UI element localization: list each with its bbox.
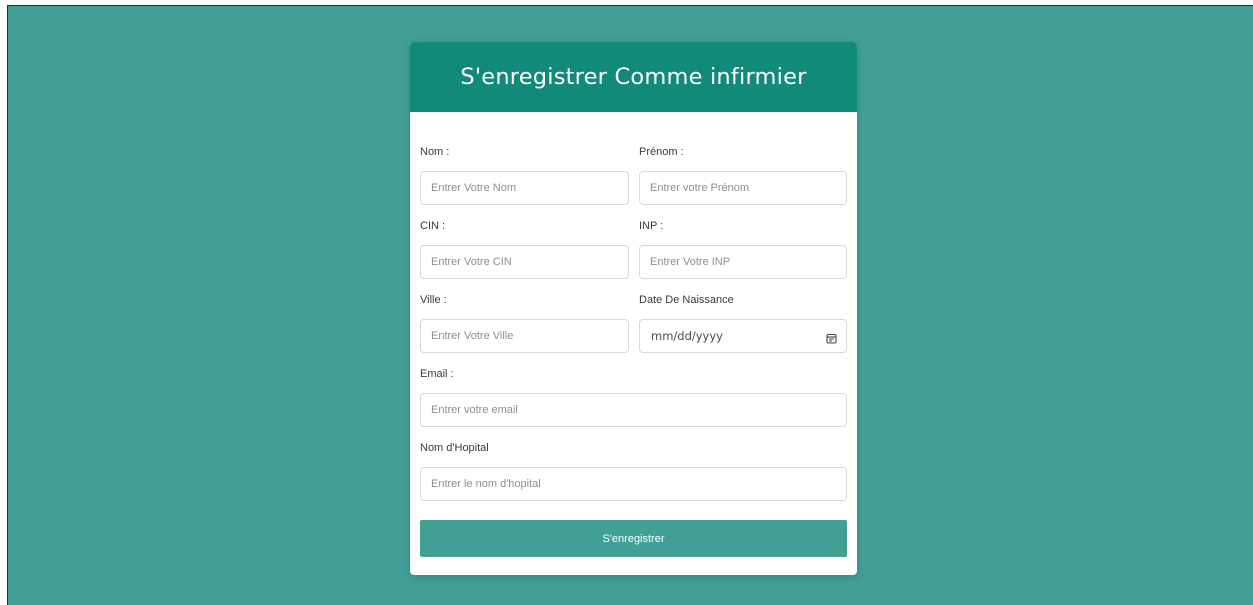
- email-label: Email :: [420, 368, 454, 380]
- date-placeholder: mm/dd/yyyy: [651, 329, 723, 343]
- card-header: S'enregistrer Comme infirmier: [410, 42, 857, 112]
- email-input[interactable]: [420, 393, 847, 427]
- nom-label: Nom :: [420, 146, 450, 158]
- registration-card: S'enregistrer Comme infirmier Nom : Prén…: [410, 42, 857, 575]
- hopital-input[interactable]: [420, 467, 847, 501]
- nom-input[interactable]: [420, 171, 629, 205]
- prenom-label: Prénom :: [639, 146, 684, 158]
- inp-input[interactable]: [639, 245, 847, 279]
- hopital-label: Nom d'Hopital: [420, 442, 489, 454]
- date-naissance-label: Date De Naissance: [639, 294, 734, 306]
- register-button[interactable]: S'enregistrer: [420, 520, 847, 557]
- prenom-input[interactable]: [639, 171, 847, 205]
- cin-label: CIN :: [420, 220, 446, 232]
- cin-input[interactable]: [420, 245, 629, 279]
- date-naissance-input[interactable]: mm/dd/yyyy: [639, 319, 847, 353]
- page-title: S'enregistrer Comme infirmier: [460, 64, 807, 90]
- ville-input[interactable]: [420, 319, 629, 353]
- inp-label: INP :: [639, 220, 664, 232]
- ville-label: Ville :: [420, 294, 447, 306]
- page-background: S'enregistrer Comme infirmier Nom : Prén…: [7, 5, 1253, 605]
- calendar-icon[interactable]: [826, 331, 837, 344]
